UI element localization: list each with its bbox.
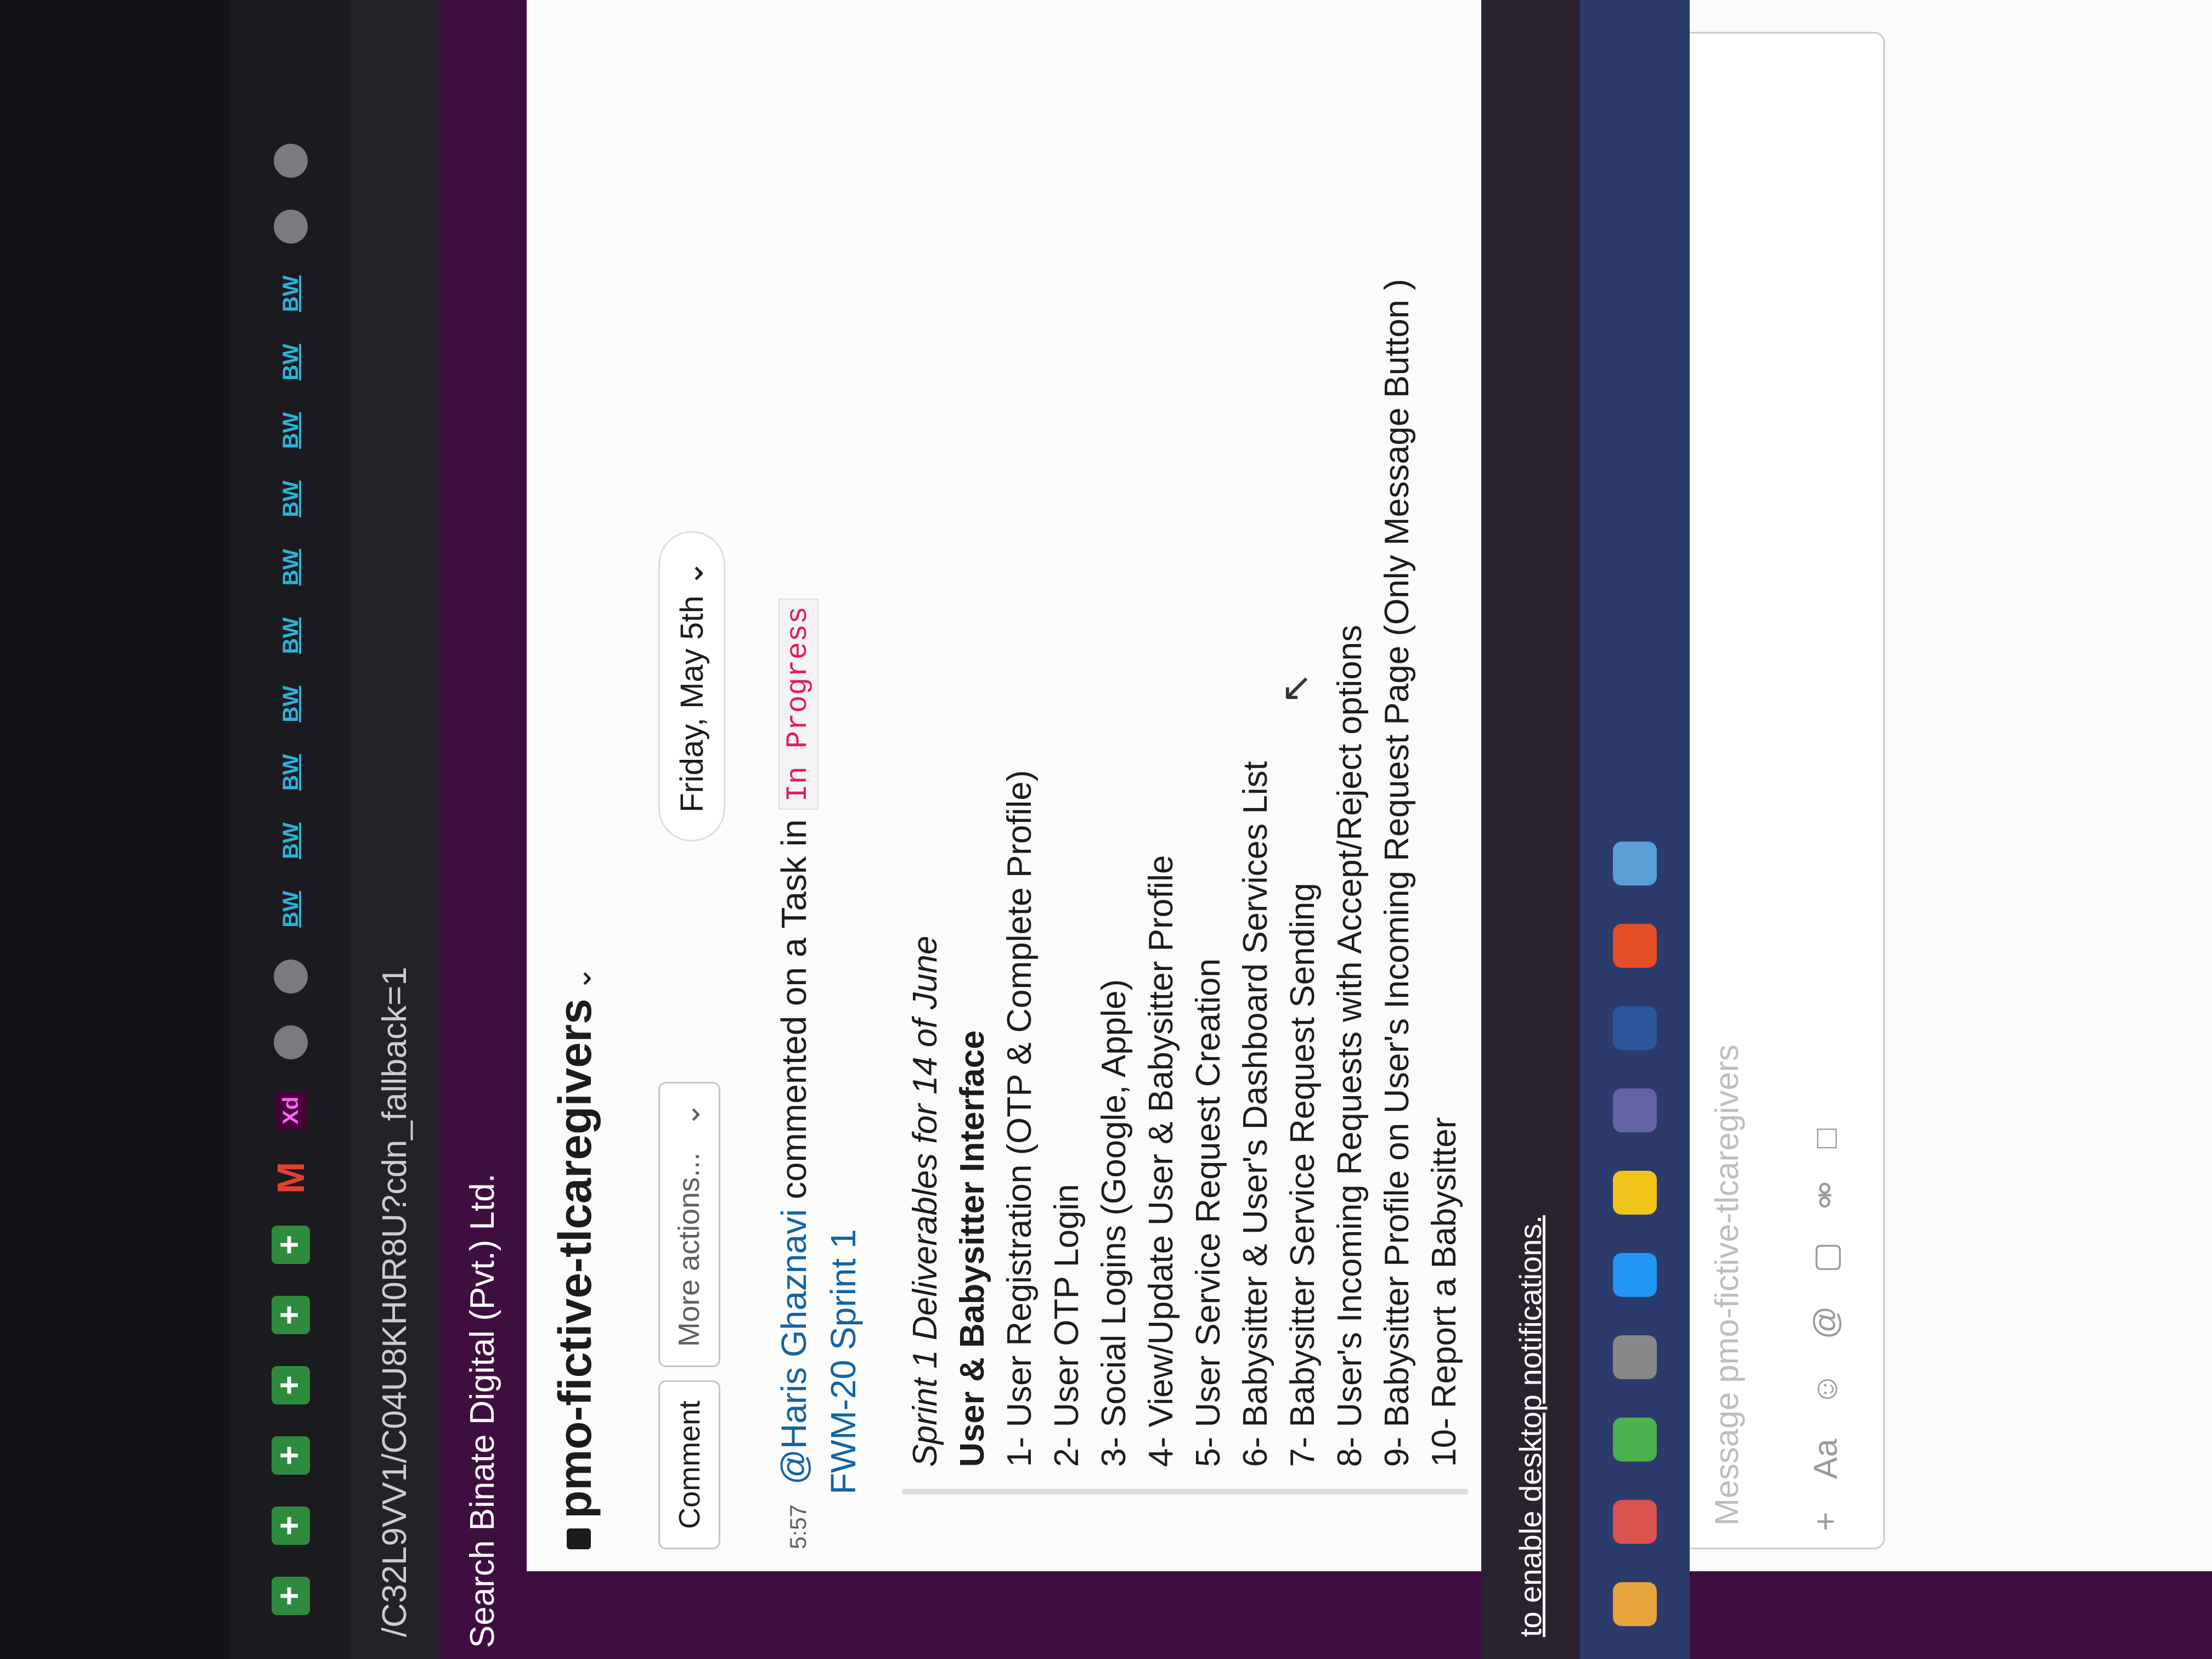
bookmark-bw[interactable]: BW — [279, 686, 303, 723]
bookmark-bw[interactable]: BW — [279, 275, 303, 312]
comment-button[interactable]: Comment — [658, 1380, 720, 1549]
taskbar-app-icon[interactable] — [1613, 1335, 1657, 1379]
bookmark-bw[interactable]: BW — [279, 891, 303, 928]
quote-line: 9- Babysitter Profile on User's Incoming… — [1378, 279, 1416, 1467]
bookmark-bw[interactable]: BW — [279, 412, 303, 449]
microphone-icon[interactable]: ⚮ — [1807, 1181, 1845, 1209]
rotated-screen: + + + + + + M Xd BW BW BW BW BW BW BW BW… — [0, 0, 2212, 1659]
notification-link[interactable]: to enable desktop notifications. — [1513, 1215, 1548, 1637]
author-mention[interactable]: @Haris Ghaznavi — [774, 1209, 814, 1485]
bookmark-plus-icon[interactable]: + — [270, 1226, 310, 1264]
taskbar-app-icon[interactable] — [1613, 1088, 1657, 1132]
bookmark-bw[interactable]: BW — [279, 822, 303, 859]
quote-line: 2- User OTP Login — [1048, 1184, 1086, 1467]
search-text: Search Binate Digital (Pvt.) Ltd. — [464, 1173, 501, 1648]
bookmark-bw[interactable]: BW — [279, 481, 303, 517]
quote-line: User & Babysitter Interface — [953, 1030, 991, 1467]
bookmark-globe-icon[interactable] — [274, 210, 308, 244]
bookmark-globe-icon[interactable] — [274, 144, 308, 178]
quote-line: 6- Babysitter & User's Dashboard Service… — [1237, 761, 1274, 1467]
quote-line: 5- User Service Request Creation — [1189, 958, 1227, 1467]
bookmark-plus-icon[interactable]: + — [270, 1366, 310, 1404]
date-divider-label: Friday, May 5th — [674, 595, 710, 812]
chevron-down-icon: ⌄ — [673, 1102, 706, 1127]
mention-icon[interactable]: @ — [1807, 1306, 1845, 1339]
video-icon[interactable]: ▢ — [1807, 1242, 1845, 1273]
shortcuts-icon[interactable]: □ — [1807, 1128, 1845, 1148]
bookmark-plus-icon[interactable]: + — [270, 1296, 310, 1334]
emoji-icon[interactable]: ☺ — [1807, 1372, 1845, 1406]
text-size-icon[interactable]: Aa — [1807, 1439, 1845, 1479]
quote-line: 4- View/Update User & Babysitter Profile — [1142, 855, 1180, 1467]
ui-root: + + + + + + M Xd BW BW BW BW BW BW BW BW… — [0, 0, 2212, 1659]
taskbar-app-icon[interactable] — [1613, 1582, 1657, 1626]
bookmark-globe-icon[interactable] — [274, 959, 308, 994]
status-badge: In Progress — [778, 599, 819, 810]
notification-bar[interactable]: to enable desktop notifications. — [1481, 0, 1580, 1659]
gmail-icon[interactable]: M — [269, 1162, 313, 1194]
edge-icon[interactable] — [1613, 1253, 1657, 1297]
windows-taskbar — [1580, 0, 1690, 1659]
bookmark-plus-icon[interactable]: + — [270, 1577, 310, 1615]
bookmark-bw[interactable]: BW — [279, 617, 303, 654]
mouse-cursor-icon: ↖ — [1274, 672, 1317, 704]
taskbar-app-icon[interactable] — [1613, 842, 1657, 885]
more-actions-label: More actions... — [673, 1152, 706, 1347]
chevron-down-icon: ⌄ — [674, 560, 710, 587]
message: 5:57 @Haris Ghaznavi commented on a Task… — [774, 68, 1468, 1549]
bookmark-bw[interactable]: BW — [279, 549, 303, 586]
message-actions: Comment More actions... ⌄ — [658, 1081, 720, 1549]
lock-icon — [566, 1528, 591, 1549]
bookmark-bw[interactable]: BW — [279, 344, 303, 381]
bookmark-globe-icon[interactable] — [274, 1025, 308, 1059]
bookmark-bw[interactable]: BW — [279, 754, 303, 791]
channel-name: pmo-fictive-tlcaregivers — [549, 998, 601, 1519]
ticket-link[interactable]: FWM-20 Sprint 1 — [823, 68, 864, 1494]
file-explorer-icon[interactable] — [1613, 1171, 1657, 1215]
quote-line: 7- Babysitter Service Request Sending — [1284, 883, 1322, 1467]
message-header: 5:57 @Haris Ghaznavi commented on a Task… — [774, 68, 819, 1549]
quote-line: 8- User's Incoming Requests with Accept/… — [1331, 625, 1369, 1467]
bookmark-plus-icon[interactable]: + — [270, 1436, 310, 1475]
taskbar-app-icon[interactable] — [1613, 924, 1657, 968]
url-text: /C32L9VV1/C04U8KH0R8U?cdn_fallback=1 — [376, 967, 414, 1637]
workspace-sidebar — [527, 1571, 2212, 1659]
chevron-down-icon: ⌄ — [565, 966, 597, 991]
url-bar[interactable]: /C32L9VV1/C04U8KH0R8U?cdn_fallback=1 — [351, 0, 439, 1659]
word-icon[interactable] — [1613, 1006, 1657, 1050]
composer-bottom-toolbar: + Aa ☺ @ ▢ ⚮ □ — [1807, 1128, 1845, 1531]
message-quote: Sprint 1 Deliverables for 14 of June Use… — [902, 68, 1468, 1494]
quote-line: 1- User Registration (OTP & Complete Pro… — [1001, 770, 1039, 1467]
chrome-icon[interactable] — [1613, 1418, 1657, 1462]
taskbar-app-icon[interactable] — [1613, 1500, 1657, 1544]
quote-line: 10- Report a Babysitter — [1425, 1117, 1463, 1467]
bookmarks-bar: + + + + + + M Xd BW BW BW BW BW BW BW BW… — [230, 0, 351, 1659]
message-input[interactable]: Message pmo-fictive-tlcaregivers — [1708, 1045, 1746, 1526]
adobe-xd-icon[interactable]: Xd — [275, 1091, 307, 1130]
channel-header[interactable]: pmo-fictive-tlcaregivers ⌄ — [549, 966, 602, 1549]
slack-search-bar[interactable]: Search Binate Digital (Pvt.) Ltd. — [439, 0, 527, 1659]
plus-icon[interactable]: + — [1807, 1512, 1845, 1531]
quote-line: 3- Social Logins (Google, Apple) — [1095, 979, 1133, 1467]
channel-view: pmo-fictive-tlcaregivers ⌄ Comment More a… — [527, 0, 2212, 1571]
bookmark-plus-icon[interactable]: + — [270, 1506, 310, 1545]
message-time[interactable]: 5:57 — [785, 1494, 811, 1549]
message-text: commented on a Task in — [774, 819, 814, 1199]
quote-line: Sprint 1 Deliverables for 14 of June — [906, 935, 944, 1467]
date-divider[interactable]: Friday, May 5th ⌄ — [658, 531, 725, 842]
more-actions-select[interactable]: More actions... ⌄ — [658, 1081, 720, 1367]
